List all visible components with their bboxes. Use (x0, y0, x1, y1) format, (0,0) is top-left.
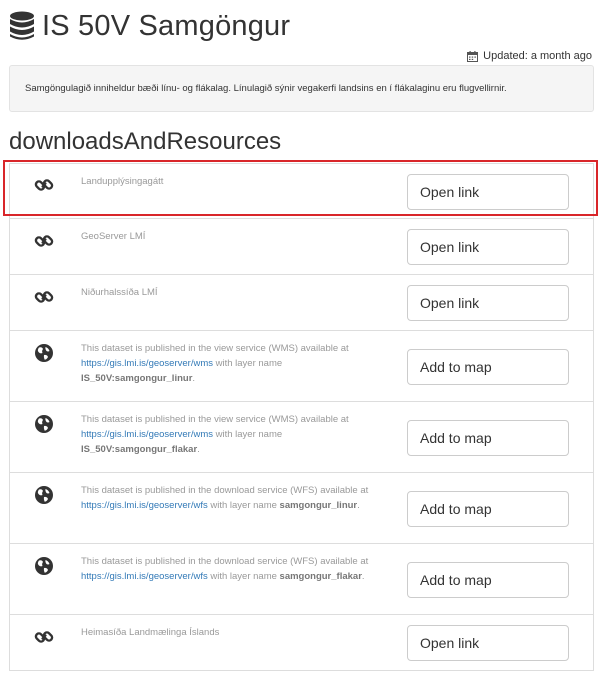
service-description: This dataset is published in the downloa… (81, 556, 369, 567)
calendar-icon (467, 50, 479, 62)
resource-row: This dataset is published in the downloa… (9, 473, 594, 544)
open-link-button[interactable]: Open link (407, 229, 569, 265)
resource-name: Niðurhalssíða LMÍ (81, 287, 158, 298)
link-icon (34, 235, 54, 247)
resource-description: Heimasíða Landmælinga Íslands (81, 625, 386, 640)
resource-description: This dataset is published in the view se… (81, 412, 386, 457)
layer-name-label: with layer name (212, 429, 283, 440)
globe-icon (35, 344, 53, 362)
resource-name: Landupplýsingagátt (81, 176, 164, 187)
open-link-button[interactable]: Open link (407, 174, 569, 210)
layer-name: samgongur_linur (279, 500, 358, 511)
abstract-box: Samgöngulagið inniheldur bæði línu- og f… (9, 65, 594, 112)
globe-icon (35, 486, 53, 504)
layer-name: IS_50V:samgongur_flakar (81, 444, 198, 455)
section-heading: downloadsAndResources (9, 128, 282, 155)
link-icon (34, 179, 54, 191)
page-header: IS 50V Samgöngur (8, 8, 290, 44)
resource-row: This dataset is published in the view se… (9, 331, 594, 402)
updated-info: Updated: a month ago (467, 50, 592, 62)
open-link-button[interactable]: Open link (407, 625, 569, 661)
period: . (357, 500, 360, 511)
layer-name-label: with layer name (212, 358, 283, 369)
service-url-link[interactable]: https://gis.lmi.is/geoserver/wms (81, 429, 213, 440)
resource-description: Landupplýsingagátt (81, 174, 386, 189)
resource-row: This dataset is published in the downloa… (9, 544, 594, 615)
service-url-link[interactable]: https://gis.lmi.is/geoserver/wms (81, 358, 213, 369)
service-url-link[interactable]: https://gis.lmi.is/geoserver/wfs (81, 500, 208, 511)
add-to-map-button[interactable]: Add to map (407, 562, 569, 598)
open-link-button[interactable]: Open link (407, 285, 569, 321)
layer-name-label: with layer name (207, 500, 280, 511)
database-icon (10, 11, 34, 40)
add-to-map-button[interactable]: Add to map (407, 349, 569, 385)
resource-name: GeoServer LMÍ (81, 231, 146, 242)
globe-icon (35, 557, 53, 575)
resource-row: GeoServer LMÍ Open link (9, 219, 594, 275)
layer-name-label: with layer name (207, 571, 280, 582)
updated-text: Updated: a month ago (483, 50, 592, 62)
service-url-link[interactable]: https://gis.lmi.is/geoserver/wfs (81, 571, 208, 582)
layer-name: samgongur_flakar (279, 571, 362, 582)
period: . (361, 571, 365, 582)
resource-description: This dataset is published in the downloa… (81, 483, 386, 513)
page-title: IS 50V Samgöngur (42, 9, 291, 42)
layer-name: IS_50V:samgongur_linur (81, 373, 193, 384)
resource-row: Heimasíða Landmælinga Íslands Open link (9, 615, 594, 671)
resource-description: This dataset is published in the downloa… (81, 554, 386, 584)
service-description: This dataset is published in the view se… (81, 343, 349, 354)
resource-description: Niðurhalssíða LMÍ (81, 285, 386, 300)
add-to-map-button[interactable]: Add to map (407, 420, 569, 456)
resource-name: Heimasíða Landmælinga Íslands (81, 627, 220, 638)
resource-description: GeoServer LMÍ (81, 229, 386, 244)
resource-row: Landupplýsingagátt Open link (9, 163, 594, 219)
resource-row: This dataset is published in the view se… (9, 402, 594, 473)
resource-row: Niðurhalssíða LMÍ Open link (9, 275, 594, 331)
globe-icon (35, 415, 53, 433)
add-to-map-button[interactable]: Add to map (407, 491, 569, 527)
period: . (192, 373, 196, 384)
link-icon (34, 291, 54, 303)
service-description: This dataset is published in the view se… (81, 414, 349, 425)
period: . (197, 444, 200, 455)
abstract-text: Samgöngulagið inniheldur bæði línu- og f… (25, 83, 507, 94)
link-icon (34, 631, 54, 643)
resource-list: Landupplýsingagátt Open link GeoServer LMÍ… (9, 163, 594, 671)
resource-description: This dataset is published in the view se… (81, 341, 386, 386)
service-description: This dataset is published in the downloa… (81, 485, 369, 496)
